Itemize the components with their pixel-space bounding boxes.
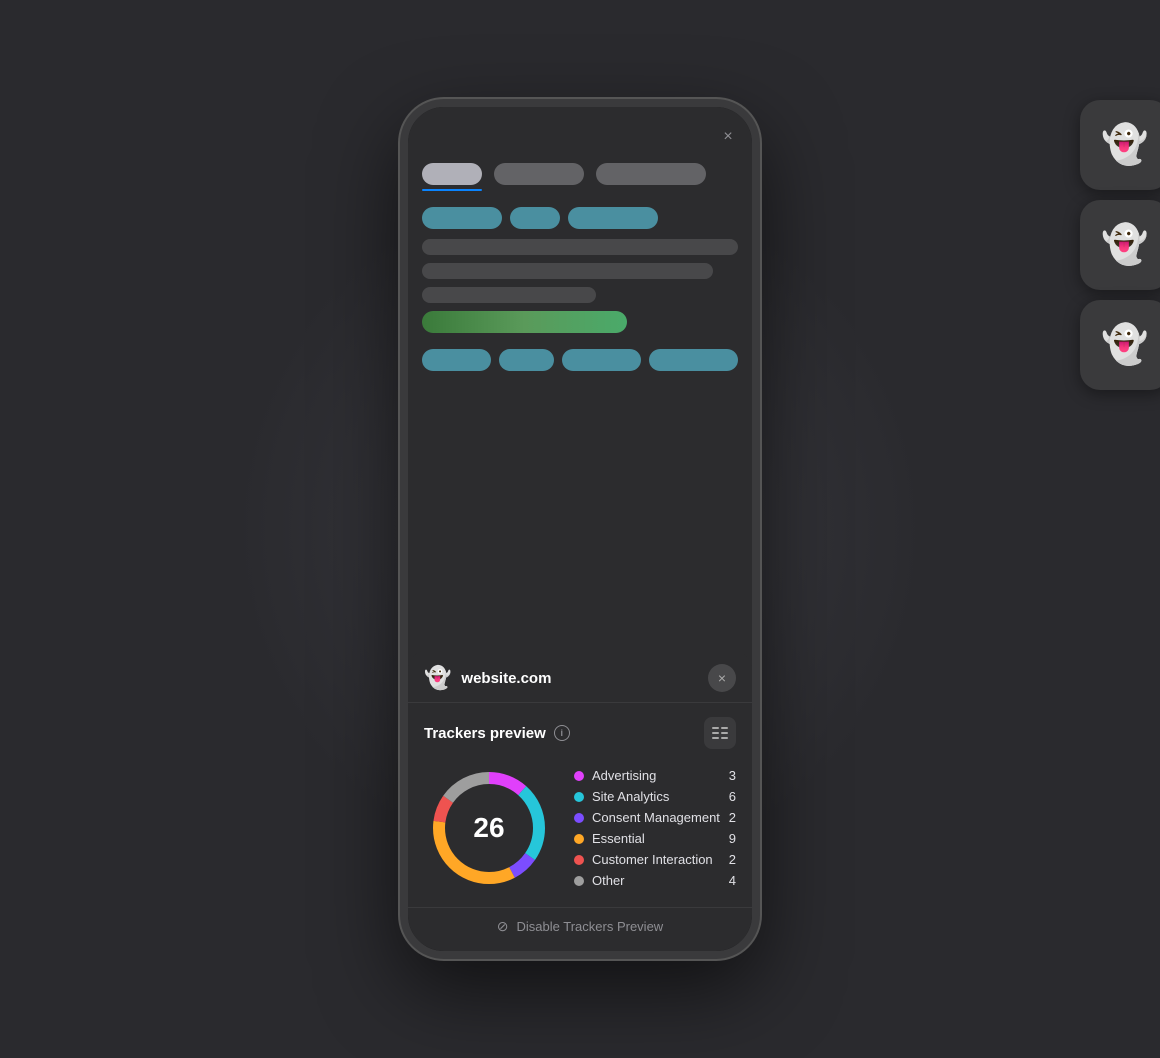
address-bar-area: × xyxy=(422,127,738,147)
trackers-header: Trackers preview i xyxy=(424,717,736,749)
ghost-app-icon-3[interactable]: 👻 xyxy=(1080,300,1160,390)
skel-btn-2 xyxy=(499,349,553,371)
trackers-title-row: Trackers preview i xyxy=(424,725,570,742)
skeleton-pills-1 xyxy=(422,207,738,229)
list-view-icon[interactable] xyxy=(704,717,736,749)
legend-left-1: Site Analytics xyxy=(574,789,669,804)
legend-count-3: 9 xyxy=(729,831,736,846)
legend-label-0: Advertising xyxy=(592,768,656,783)
skel-btn-4 xyxy=(649,349,738,371)
legend-count-4: 2 xyxy=(729,852,736,867)
disable-label: Disable Trackers Preview xyxy=(517,919,664,934)
legend-label-4: Customer Interaction xyxy=(592,852,713,867)
skel-pill-1 xyxy=(422,207,502,229)
legend-item-1: Site Analytics 6 xyxy=(574,789,736,804)
legend-count-1: 6 xyxy=(729,789,736,804)
tab-3[interactable] xyxy=(596,163,706,185)
skel-pill-2 xyxy=(510,207,560,229)
panel-title: website.com xyxy=(461,670,551,687)
skel-line-1 xyxy=(422,239,738,255)
legend-label-2: Consent Management xyxy=(592,810,720,825)
tab-underline xyxy=(422,189,482,191)
tab-bar xyxy=(422,163,738,185)
ghost-icons-column: 👻 👻 👻 xyxy=(1080,100,1160,390)
legend-left-4: Customer Interaction xyxy=(574,852,713,867)
skel-btn-1 xyxy=(422,349,491,371)
tracker-total-count: 26 xyxy=(473,812,504,843)
ghost-logo-icon: 👻 xyxy=(424,665,451,691)
legend-label-5: Other xyxy=(592,873,625,888)
legend-item-2: Consent Management 2 xyxy=(574,810,736,825)
legend-count-0: 3 xyxy=(729,768,736,783)
legend-count-2: 2 xyxy=(729,810,736,825)
ghost-app-icon-2[interactable]: 👻 xyxy=(1080,200,1160,290)
skel-btn-3 xyxy=(562,349,641,371)
tracker-panel: 👻 website.com × Trackers preview i xyxy=(408,650,752,951)
chart-legend-row: 26 Advertising 3 Site Analytics 6 xyxy=(424,763,736,893)
legend-left-3: Essential xyxy=(574,831,645,846)
legend-item-4: Customer Interaction 2 xyxy=(574,852,736,867)
phone-frame: × xyxy=(400,99,760,959)
legend-dot-4 xyxy=(574,855,584,865)
skel-green-bar xyxy=(422,311,627,333)
skel-line-2 xyxy=(422,263,713,279)
trackers-title: Trackers preview xyxy=(424,725,546,742)
disable-icon: ⊘ xyxy=(497,918,509,935)
legend-item-5: Other 4 xyxy=(574,873,736,888)
tab-2[interactable] xyxy=(494,163,584,185)
disable-footer[interactable]: ⊘ Disable Trackers Preview xyxy=(408,907,752,951)
legend-dot-3 xyxy=(574,834,584,844)
panel-close-button[interactable]: × xyxy=(708,664,736,692)
legend-label-1: Site Analytics xyxy=(592,789,669,804)
panel-header: 👻 website.com × xyxy=(408,650,752,703)
skel-pill-3 xyxy=(568,207,658,229)
legend-dot-0 xyxy=(574,771,584,781)
trackers-preview-section: Trackers preview i xyxy=(408,703,752,907)
legend-dot-1 xyxy=(574,792,584,802)
skeleton-pills-2 xyxy=(422,349,738,371)
ghost-app-icon-1[interactable]: 👻 xyxy=(1080,100,1160,190)
info-icon[interactable]: i xyxy=(554,725,570,741)
legend-list: Advertising 3 Site Analytics 6 Consent M… xyxy=(574,768,736,888)
legend-item-0: Advertising 3 xyxy=(574,768,736,783)
legend-label-3: Essential xyxy=(592,831,645,846)
legend-dot-5 xyxy=(574,876,584,886)
skel-line-3 xyxy=(422,287,596,303)
legend-left-0: Advertising xyxy=(574,768,656,783)
donut-center: 26 xyxy=(473,812,504,844)
donut-chart: 26 xyxy=(424,763,554,893)
legend-item-3: Essential 9 xyxy=(574,831,736,846)
panel-header-left: 👻 website.com xyxy=(424,665,551,691)
legend-left-5: Other xyxy=(574,873,625,888)
legend-dot-2 xyxy=(574,813,584,823)
phone-browser-close[interactable]: × xyxy=(718,127,738,147)
tab-1[interactable] xyxy=(422,163,482,185)
legend-count-5: 4 xyxy=(729,873,736,888)
legend-left-2: Consent Management xyxy=(574,810,720,825)
